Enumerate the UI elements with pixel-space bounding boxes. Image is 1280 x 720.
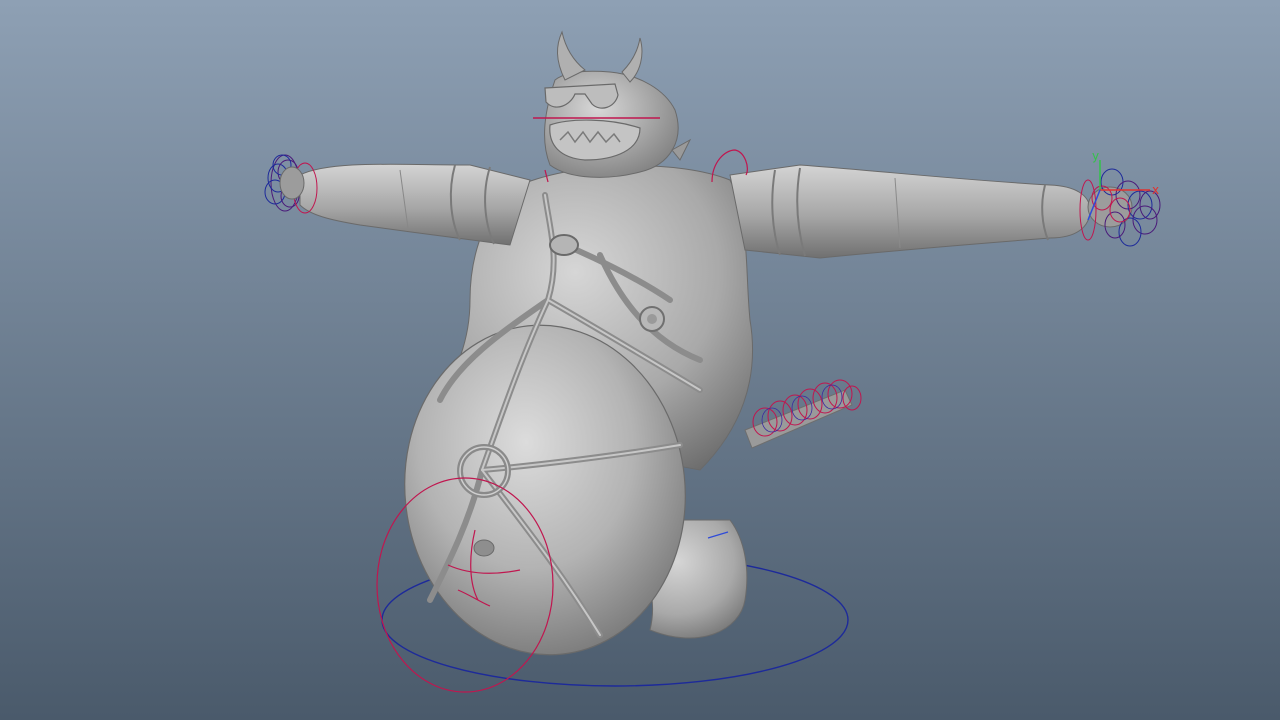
belly-button	[473, 539, 495, 557]
axis-label-x: x	[1152, 183, 1159, 197]
left-hand-mesh[interactable]	[279, 166, 305, 200]
axis-label-y: y	[1092, 149, 1099, 163]
viewport-scene[interactable]: y x	[0, 0, 1280, 720]
maya-viewport[interactable]: y x	[0, 0, 1280, 720]
